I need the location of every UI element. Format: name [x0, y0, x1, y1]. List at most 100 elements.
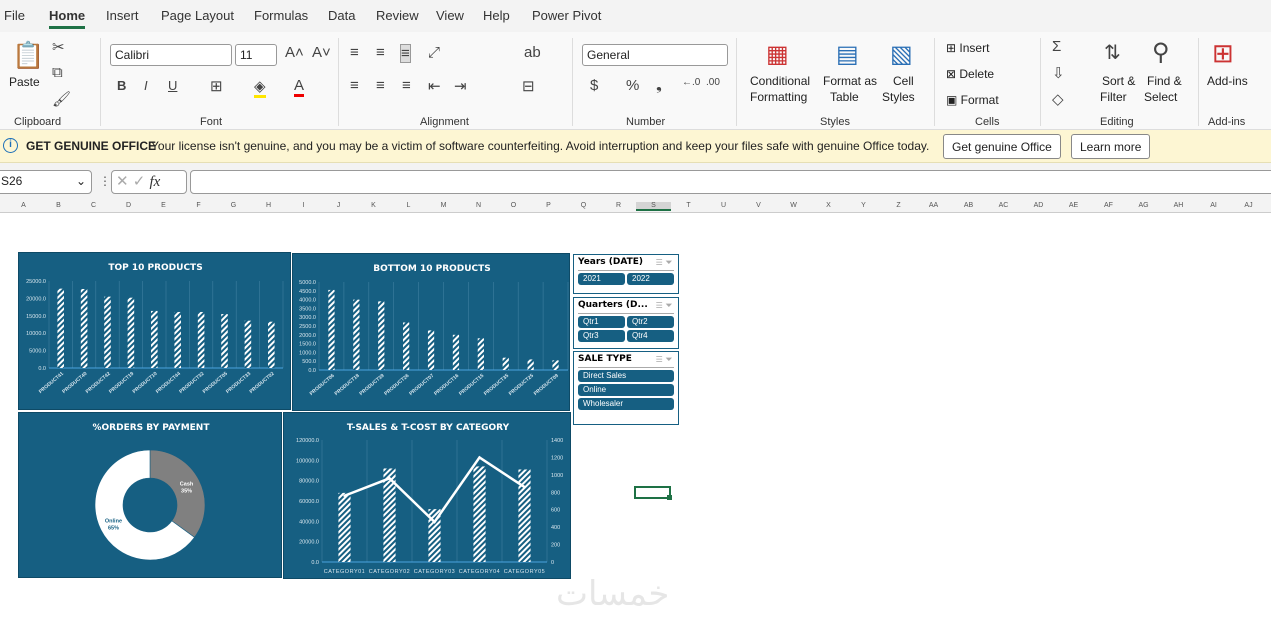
bottom-10-products-chart[interactable]: BOTTOM 10 PRODUCTS 0.0 500.0 1000.0 1500.0 20… [292, 253, 570, 411]
copy-icon[interactable]: ⧉ [52, 64, 63, 81]
column-header-K[interactable]: K [356, 202, 391, 209]
percent-icon[interactable]: % [626, 77, 639, 94]
tab-power-pivot[interactable]: Power Pivot [532, 8, 601, 23]
column-header-F[interactable]: F [181, 202, 216, 209]
column-header-M[interactable]: M [426, 202, 461, 209]
sort-filter-button[interactable]: Sort & [1102, 74, 1135, 88]
delete-cells-button[interactable]: ⊠ Delete [946, 67, 994, 81]
decrease-decimal-icon[interactable]: .00 [706, 77, 720, 88]
format-cells-button[interactable]: ▣ Format [946, 93, 999, 107]
slicer-item-qtr1[interactable]: Qtr1 [578, 316, 625, 328]
column-header-AH[interactable]: AH [1161, 202, 1196, 209]
find-select-button[interactable]: Find & [1147, 74, 1182, 88]
insert-cells-button[interactable]: ⊞ Insert [946, 41, 989, 55]
tab-home[interactable]: Home [49, 8, 86, 29]
column-header-C[interactable]: C [76, 202, 111, 209]
font-size-select[interactable]: 11 [235, 44, 277, 66]
cut-icon[interactable]: ✂ [52, 38, 65, 56]
format-as-table-icon[interactable]: ▤ [836, 40, 859, 69]
tab-file[interactable]: File [4, 8, 25, 23]
find-select-icon[interactable]: ⚲ [1152, 38, 1170, 67]
wrap-text-icon[interactable]: ab [524, 44, 541, 61]
column-header-E[interactable]: E [146, 202, 181, 209]
align-bottom-icon[interactable]: ≡ [400, 44, 411, 63]
column-header-G[interactable]: G [216, 202, 251, 209]
borders-icon[interactable]: ⊞ [210, 77, 223, 95]
column-header-AC[interactable]: AC [986, 202, 1021, 209]
conditional-formatting-button[interactable]: Conditional [750, 74, 810, 88]
clear-icon[interactable]: ◇ [1052, 90, 1064, 108]
column-header-AG[interactable]: AG [1126, 202, 1161, 209]
add-ins-icon[interactable]: ⊞ [1212, 38, 1234, 69]
multi-select-icon[interactable]: ☰ ⏷ [656, 300, 672, 311]
column-header-Z[interactable]: Z [881, 202, 916, 209]
cell-styles-icon[interactable]: ▧ [890, 40, 913, 69]
slicer-item-direct-sales[interactable]: Direct Sales [578, 370, 674, 382]
column-header-P[interactable]: P [531, 202, 566, 209]
column-header-AA[interactable]: AA [916, 202, 951, 209]
top-10-products-chart[interactable]: TOP 10 PRODUCTS 0.0 5000.0 10000.0 15000.0 20… [18, 252, 291, 410]
get-genuine-office-button[interactable]: Get genuine Office [943, 134, 1061, 159]
slicer-item-wholesaler[interactable]: Wholesaler [578, 398, 674, 410]
increase-decimal-icon[interactable]: ←.0 [682, 77, 700, 88]
slicer-item-2022[interactable]: 2022 [627, 273, 674, 285]
column-header-AJ[interactable]: AJ [1231, 202, 1266, 209]
column-header-Q[interactable]: Q [566, 202, 601, 209]
tab-page-layout[interactable]: Page Layout [161, 8, 234, 23]
currency-icon[interactable]: $ [590, 77, 598, 94]
column-header-O[interactable]: O [496, 202, 531, 209]
align-top-icon[interactable]: ≡ [350, 44, 359, 61]
fill-color-icon[interactable]: ◈ [254, 77, 266, 98]
slicer-item-2021[interactable]: 2021 [578, 273, 625, 285]
chevron-down-icon[interactable]: ⌄ [76, 174, 86, 188]
cell-styles-button[interactable]: Cell [893, 74, 914, 88]
slicer-item-online[interactable]: Online [578, 384, 674, 396]
multi-select-icon[interactable]: ☰ ⏷ [656, 354, 672, 365]
fx-icon[interactable]: fx [150, 174, 161, 190]
paste-icon[interactable]: 📋 [12, 40, 44, 71]
decrease-indent-icon[interactable]: ⇤ [428, 77, 441, 95]
center-icon[interactable]: ≡ [376, 77, 385, 94]
learn-more-button[interactable]: Learn more [1071, 134, 1151, 159]
orders-by-payment-chart[interactable]: %ORDERS BY PAYMENT Cash 35% Online 65% [18, 412, 282, 578]
column-header-H[interactable]: H [251, 202, 286, 209]
underline-icon[interactable]: U [168, 78, 177, 93]
multi-select-icon[interactable]: ☰ ⏷ [656, 257, 672, 268]
grow-font-icon[interactable]: A˄ [285, 44, 304, 61]
name-box[interactable]: S26 ⌄ [0, 170, 92, 194]
column-header-AF[interactable]: AF [1091, 202, 1126, 209]
shrink-font-icon[interactable]: A˅ [312, 44, 331, 61]
fill-handle[interactable] [667, 495, 672, 500]
column-header-AB[interactable]: AB [951, 202, 986, 209]
column-header-L[interactable]: L [391, 202, 426, 209]
italic-icon[interactable]: I [144, 78, 148, 93]
more-icon[interactable]: ⋮ [99, 174, 111, 188]
column-header-N[interactable]: N [461, 202, 496, 209]
column-header-AI[interactable]: AI [1196, 202, 1231, 209]
align-middle-icon[interactable]: ≡ [376, 44, 385, 61]
bold-icon[interactable]: B [117, 78, 126, 93]
format-as-table-button[interactable]: Format as [823, 74, 877, 88]
column-header-R[interactable]: R [601, 202, 636, 209]
column-header-S[interactable]: S [636, 202, 671, 211]
active-cell[interactable] [634, 486, 671, 499]
font-name-select[interactable]: Calibri [110, 44, 232, 66]
format-painter-icon[interactable]: 🖌 [52, 90, 71, 108]
sales-cost-by-category-chart[interactable]: T-SALES & T-COST BY CATEGORY 0.0 20000.0 40… [283, 412, 571, 579]
column-header-AE[interactable]: AE [1056, 202, 1091, 209]
column-header-Y[interactable]: Y [846, 202, 881, 209]
column-header-D[interactable]: D [111, 202, 146, 209]
fill-icon[interactable]: ⇩ [1052, 64, 1065, 82]
column-header-A[interactable]: A [6, 202, 41, 209]
column-header-I[interactable]: I [286, 202, 321, 209]
number-format-select[interactable]: General [582, 44, 728, 66]
column-header-V[interactable]: V [741, 202, 776, 209]
add-ins-button[interactable]: Add-ins [1207, 74, 1248, 88]
font-color-icon[interactable]: A [294, 77, 305, 97]
tab-view[interactable]: View [436, 8, 464, 23]
conditional-formatting-icon[interactable]: ▦ [766, 40, 789, 69]
cancel-icon[interactable]: ✕ [116, 173, 129, 190]
column-header-AD[interactable]: AD [1021, 202, 1056, 209]
column-header-J[interactable]: J [321, 202, 356, 209]
sort-filter-icon[interactable]: ⇅ [1104, 40, 1121, 65]
